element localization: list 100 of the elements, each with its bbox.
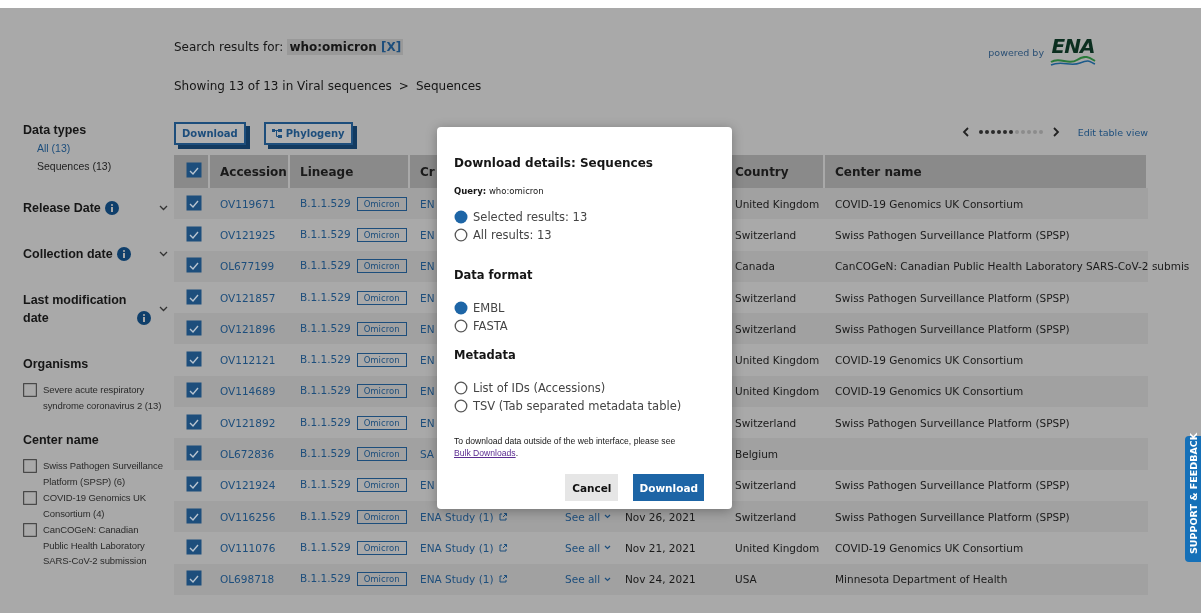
lineage-link[interactable]: B.1.1.529 — [300, 227, 351, 240]
info-icon[interactable] — [104, 201, 119, 215]
lineage-link[interactable]: B.1.1.529 — [300, 540, 351, 553]
table-cell: Switzerland — [735, 416, 797, 429]
variant-tag: Omicron — [356, 509, 407, 524]
study-link[interactable]: EN — [420, 479, 435, 492]
table-cell: Switzerland — [735, 291, 797, 304]
lineage-link[interactable]: B.1.1.529 — [300, 572, 351, 585]
checkbox[interactable] — [186, 507, 202, 524]
checkbox[interactable] — [186, 445, 202, 461]
checkbox[interactable] — [186, 413, 202, 430]
radio-label: EMBL — [473, 301, 505, 315]
table-cell: CanCOGeN: Canadian Public Health Laboratory SARS-CoV-2 submis — [835, 260, 1190, 273]
chevron-left-icon[interactable] — [961, 127, 969, 137]
study-link[interactable]: EN — [420, 354, 435, 367]
table-cell: United Kingdom — [735, 197, 820, 210]
study-link[interactable]: EN — [420, 322, 435, 335]
study-link[interactable]: EN — [420, 291, 435, 304]
checkbox[interactable] — [186, 162, 202, 178]
radio-button[interactable] — [454, 228, 468, 242]
ena-logo: ENA — [1050, 36, 1096, 66]
checkbox[interactable] — [186, 257, 202, 274]
table-cell: USA — [735, 573, 757, 586]
bulk-downloads-link[interactable]: Bulk Downloads — [454, 448, 516, 458]
powered-by-text: powered by — [988, 47, 1044, 60]
variant-tag: Omicron — [356, 321, 407, 336]
table-cell: Switzerland — [735, 228, 797, 241]
column-header: Country — [735, 164, 789, 179]
data-type-link[interactable]: All (13) — [23, 139, 168, 157]
edit-table-view-link[interactable]: Edit table view — [1077, 126, 1148, 138]
lineage-link[interactable]: B.1.1.529 — [300, 259, 351, 272]
study-link[interactable]: SA — [420, 448, 435, 460]
lineage-link[interactable]: B.1.1.529 — [300, 509, 351, 522]
checkbox[interactable] — [23, 459, 37, 473]
radio-button[interactable] — [454, 381, 468, 395]
checkbox[interactable] — [186, 225, 202, 242]
lineage-link[interactable]: B.1.1.529 — [300, 353, 351, 366]
table-cell: Swiss Pathogen Surveillance Platform (SPSP) — [835, 416, 1070, 429]
cancel-button[interactable]: Cancel — [565, 474, 619, 501]
radio-button[interactable] — [454, 301, 468, 315]
lineage-link[interactable]: B.1.1.529 — [300, 290, 351, 303]
study-link[interactable]: EN — [420, 416, 435, 429]
checkbox[interactable] — [186, 351, 202, 368]
checkbox[interactable] — [186, 476, 202, 493]
chevron-down-icon[interactable] — [159, 306, 168, 312]
radio-button[interactable] — [454, 210, 468, 224]
checkbox[interactable] — [23, 491, 37, 505]
lineage-link[interactable]: B.1.1.529 — [300, 196, 351, 209]
filter-option-label: Swiss Pathogen Surveillance Platform (SPSP) (6) — [43, 459, 163, 489]
radio-button[interactable] — [454, 319, 468, 333]
study-link[interactable]: EN — [420, 228, 435, 241]
table-cell: Swiss Pathogen Surveillance Platform (SPSP) — [835, 228, 1070, 241]
variant-tag: Omicron — [356, 447, 407, 461]
variant-tag: Omicron — [356, 572, 407, 587]
radio-button[interactable] — [454, 399, 468, 413]
search-label: Search results for: — [174, 40, 284, 54]
checkbox[interactable] — [186, 570, 202, 587]
clear-search-link[interactable]: [X] — [380, 40, 402, 54]
lineage-link[interactable]: B.1.1.529 — [300, 478, 351, 491]
table-cell: COVID-19 Genomics UK Consortium — [835, 197, 1024, 210]
checkbox[interactable] — [186, 382, 202, 399]
study-link[interactable]: ENA Study (1) — [420, 541, 507, 554]
see-all-link[interactable]: See all — [565, 541, 612, 554]
variant-tag: Omicron — [356, 384, 407, 399]
table-cell: Swiss Pathogen Surveillance Platform (SPSP) — [835, 510, 1070, 523]
lineage-link[interactable]: B.1.1.529 — [300, 415, 351, 428]
radio-label: Selected results: 13 — [473, 210, 588, 224]
accession-link[interactable]: OV121924 — [220, 479, 276, 492]
chevron-down-icon[interactable] — [159, 251, 168, 257]
lineage-link[interactable]: B.1.1.529 — [300, 447, 351, 459]
chevron-down-icon[interactable] — [159, 205, 168, 211]
study-link[interactable]: EN — [420, 197, 435, 210]
data-type-link[interactable]: Sequences (13) — [23, 157, 168, 175]
variant-tag: Omicron — [356, 196, 407, 211]
external-link-icon — [498, 543, 507, 552]
accession-link[interactable]: OV111076 — [220, 541, 276, 554]
checkbox[interactable] — [186, 194, 202, 211]
checkbox[interactable] — [186, 288, 202, 305]
checkbox[interactable] — [23, 523, 37, 537]
info-icon[interactable] — [116, 247, 131, 261]
study-link[interactable]: EN — [420, 260, 435, 273]
accession-link[interactable]: OV112121 — [220, 354, 276, 367]
checkbox[interactable] — [186, 319, 202, 336]
accession-link[interactable]: OV121925 — [220, 228, 276, 241]
checkbox[interactable] — [186, 538, 202, 555]
info-icon[interactable] — [137, 311, 151, 325]
checkbox[interactable] — [23, 383, 37, 397]
download-button[interactable]: Download — [633, 474, 704, 501]
study-link[interactable]: EN — [420, 385, 435, 398]
accession-link[interactable]: OV121857 — [220, 291, 276, 304]
table-cell: United Kingdom — [735, 385, 820, 398]
table-cell: Switzerland — [735, 510, 797, 523]
table-cell: Nov 21, 2021 — [625, 541, 696, 554]
lineage-link[interactable]: B.1.1.529 — [300, 384, 351, 397]
column-pager[interactable] — [978, 130, 1043, 134]
accession-link[interactable]: OV121892 — [220, 416, 276, 429]
radio-label: TSV (Tab separated metadata table) — [473, 399, 682, 413]
query-text: Query: who:omicron — [454, 186, 545, 196]
lineage-link[interactable]: B.1.1.529 — [300, 321, 351, 334]
chevron-right-icon[interactable] — [1052, 127, 1060, 137]
